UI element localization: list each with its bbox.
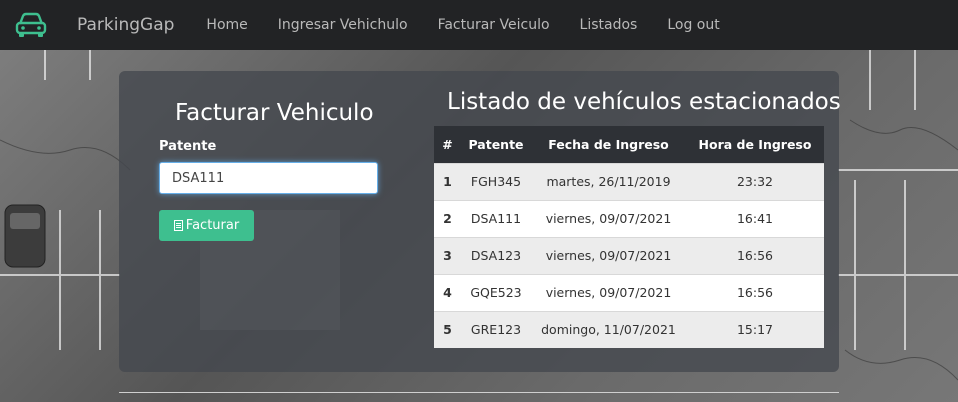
form-title: Facturar Vehiculo	[175, 100, 374, 126]
row-patente: DSA123	[461, 236, 531, 274]
header-fecha: Fecha de Ingreso	[548, 136, 669, 152]
table-row: 3 DSA123 viernes, 09/07/2021 16:56	[434, 236, 824, 274]
table-row: 2 DSA111 viernes, 09/07/2021 16:41	[434, 199, 824, 237]
row-fecha: domingo, 11/07/2021	[531, 310, 686, 348]
header-hora: Hora de Ingreso	[698, 136, 812, 152]
row-fecha: viernes, 09/07/2021	[531, 199, 686, 237]
facturar-button-label: Facturar	[185, 218, 240, 233]
vehicles-table: # Patente Fecha de Ingreso Hora de Ingre…	[434, 126, 824, 348]
row-fecha: viernes, 09/07/2021	[531, 273, 686, 311]
row-patente: GQE523	[461, 273, 531, 311]
row-hora: 16:56	[686, 236, 824, 274]
footer-divider	[119, 392, 839, 393]
row-number: 5	[434, 310, 461, 348]
table-header-row: # Patente Fecha de Ingreso Hora de Ingre…	[434, 126, 824, 163]
row-hora: 23:32	[686, 162, 824, 200]
row-fecha: martes, 26/11/2019	[531, 162, 686, 200]
row-number: 2	[434, 199, 461, 237]
table-row: 4 GQE523 viernes, 09/07/2021 16:56	[434, 273, 824, 311]
brand[interactable]: ParkingGap	[77, 15, 174, 35]
navbar: ParkingGap Home Ingresar Vehichulo Factu…	[0, 0, 958, 50]
facturar-button[interactable]: Facturar	[159, 210, 254, 241]
document-icon	[173, 220, 183, 231]
row-patente: FGH345	[461, 162, 531, 200]
list-title: Listado de vehículos estacionados	[447, 89, 841, 115]
patente-input[interactable]	[159, 162, 378, 194]
nav-ingresar-vehiculo[interactable]: Ingresar Vehichulo	[278, 17, 408, 33]
row-number: 1	[434, 162, 461, 200]
nav-logout[interactable]: Log out	[667, 17, 719, 33]
row-patente: DSA111	[461, 199, 531, 237]
table-row: 5 GRE123 domingo, 11/07/2021 15:17	[434, 310, 824, 348]
header-number: #	[442, 136, 453, 152]
patente-label: Patente	[159, 139, 217, 154]
row-hora: 16:41	[686, 199, 824, 237]
nav-facturar-vehiculo[interactable]: Facturar Veiculo	[438, 17, 550, 33]
header-patente: Patente	[468, 136, 524, 152]
car-icon[interactable]	[15, 12, 47, 38]
row-hora: 15:17	[686, 310, 824, 348]
row-fecha: viernes, 09/07/2021	[531, 236, 686, 274]
nav-listados[interactable]: Listados	[580, 17, 638, 33]
nav-home[interactable]: Home	[206, 17, 247, 33]
row-number: 4	[434, 273, 461, 311]
row-patente: GRE123	[461, 310, 531, 348]
row-hora: 16:56	[686, 273, 824, 311]
row-number: 3	[434, 236, 461, 274]
table-row: 1 FGH345 martes, 26/11/2019 23:32	[434, 162, 824, 200]
